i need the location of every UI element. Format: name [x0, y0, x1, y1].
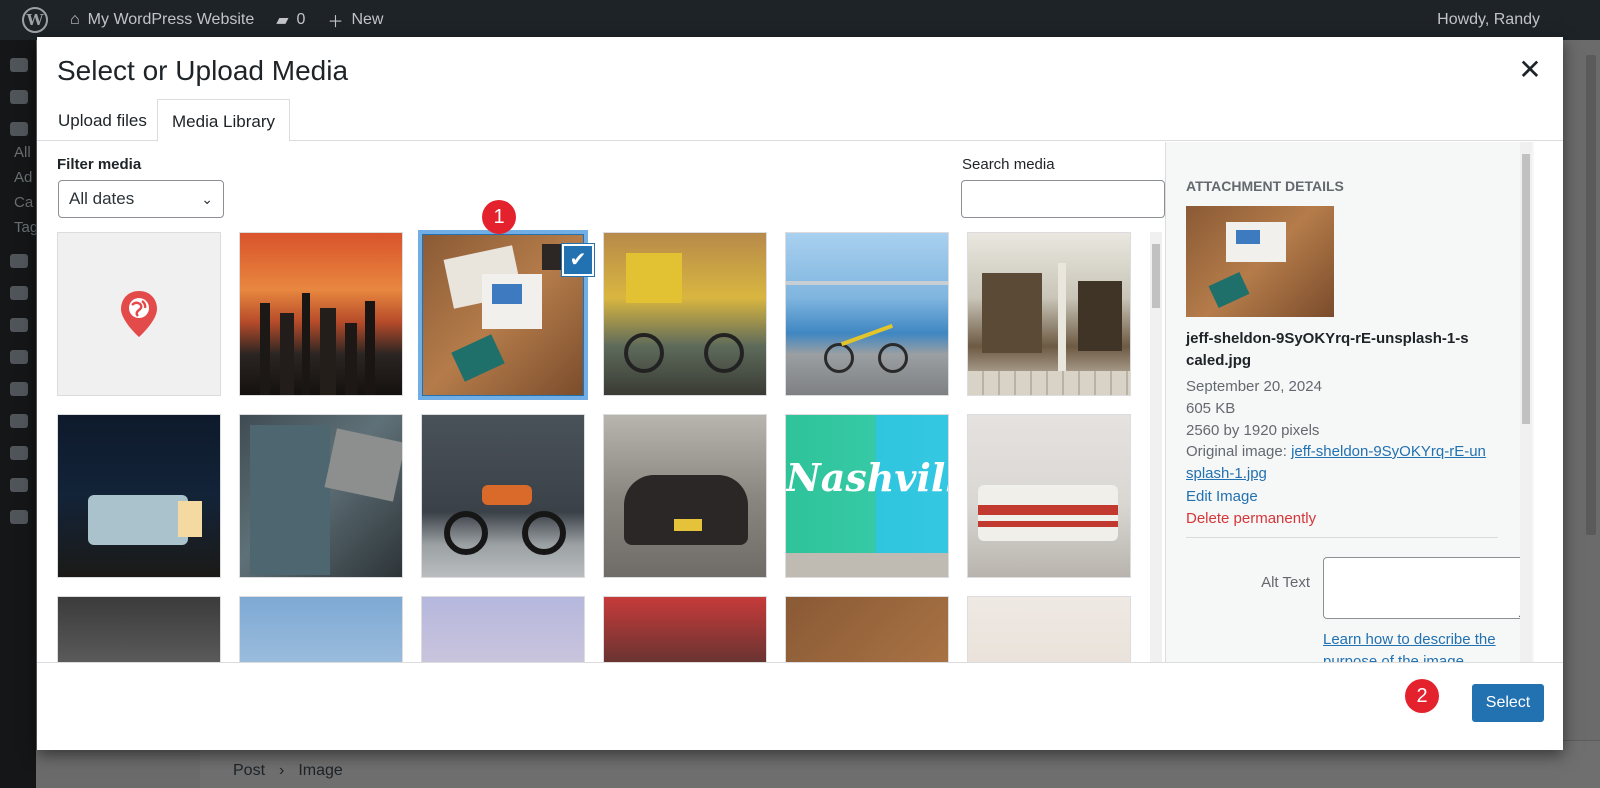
sidebar-item-add[interactable]: Ad	[14, 169, 36, 186]
date-filter-select[interactable]: All dates ⌄	[58, 180, 224, 218]
settings-icon[interactable]	[10, 478, 28, 492]
attachment-details-heading: Attachment Details	[1186, 178, 1344, 194]
new-content-link[interactable]: ＋ New	[327, 8, 383, 32]
site-name-link[interactable]: ⌂ My WordPress Website	[70, 11, 254, 29]
wp-logo[interactable]: W	[22, 7, 48, 33]
media-thumb-desk-flatlay-copy[interactable]	[785, 596, 949, 662]
media-browser: Filter media All dates ⌄ Search media Na…	[37, 142, 1165, 662]
details-divider	[1186, 537, 1498, 538]
alt-text-help-link[interactable]: Learn how to describe the purpose of the…	[1323, 631, 1496, 662]
media-thumb-map-pin[interactable]	[57, 232, 221, 396]
media-thumb-yellow-taxi[interactable]	[603, 596, 767, 662]
breadcrumb-image[interactable]: Image	[298, 762, 342, 780]
original-image-row: Original image: jeff-sheldon-9SyOKYrq-rE…	[1186, 441, 1486, 485]
details-scrollbar[interactable]	[1520, 142, 1532, 662]
media-thumb-motorcycle[interactable]	[421, 414, 585, 578]
media-thumb-storefront-bikes[interactable]	[967, 232, 1131, 396]
media-thumb-candle[interactable]	[967, 596, 1131, 662]
comments-count: 0	[296, 11, 306, 28]
collapse-icon[interactable]	[10, 510, 28, 524]
chevron-down-icon: ⌄	[201, 191, 213, 207]
tools-icon[interactable]	[10, 446, 28, 460]
plugins-icon[interactable]	[10, 382, 28, 396]
comments-link[interactable]: ▰ 0	[276, 10, 305, 30]
media-thumb-motorbike-sky[interactable]	[239, 596, 403, 662]
edit-image-link[interactable]: Edit Image	[1186, 488, 1258, 505]
attachment-preview	[1186, 206, 1334, 317]
date-filter-value: All dates	[69, 189, 135, 208]
search-media-input[interactable]	[961, 180, 1165, 218]
plus-icon: ＋	[327, 14, 344, 31]
media-thumb-camper-night[interactable]	[57, 414, 221, 578]
media-thumb-bicycle-wall[interactable]	[603, 232, 767, 396]
jetpack-icon[interactable]	[10, 90, 28, 104]
step-marker-1: 1	[482, 200, 516, 234]
selected-check-icon[interactable]: ✔	[562, 244, 594, 276]
home-icon: ⌂	[70, 11, 80, 28]
sidebar-item-categories[interactable]: Ca	[14, 194, 36, 211]
select-button[interactable]: Select	[1472, 684, 1544, 722]
tab-media-library[interactable]: Media Library	[157, 99, 290, 142]
media-thumb-vintage-car[interactable]	[603, 414, 767, 578]
sidebar-item-all[interactable]: All	[14, 144, 36, 161]
grid-scrollbar[interactable]	[1150, 232, 1162, 662]
site-name: My WordPress Website	[87, 11, 255, 28]
comments-icon[interactable]	[10, 318, 28, 332]
comment-icon: ▰	[276, 12, 289, 29]
admin-sidebar: All Ad Ca Tag	[0, 40, 38, 788]
filter-media-label: Filter media	[57, 156, 142, 173]
attachment-filesize: 605 KB	[1186, 400, 1236, 417]
mural-lettering: Nashvill	[786, 455, 949, 500]
breadcrumb-post[interactable]: Post	[233, 762, 265, 780]
alt-text-input[interactable]	[1323, 557, 1528, 619]
close-button[interactable]: ✕	[1515, 55, 1545, 85]
delete-permanently-link[interactable]: Delete permanently	[1186, 510, 1316, 527]
media-thumb-bicycle-pier[interactable]	[785, 232, 949, 396]
media-thumb-city-sunset[interactable]	[239, 232, 403, 396]
pages-icon[interactable]	[10, 286, 28, 300]
media-thumb-car-pastel[interactable]	[421, 596, 585, 662]
new-label: New	[351, 11, 384, 28]
alt-text-help: Learn how to describe the purpose of the…	[1323, 629, 1513, 662]
media-thumb-nashville-mural[interactable]: Nashvill	[785, 414, 949, 578]
admin-bar: W ⌂ My WordPress Website ▰ 0 ＋ New Howdy…	[0, 0, 1600, 40]
attachment-date: September 20, 2024	[1186, 378, 1322, 395]
step-marker-2: 2	[1405, 679, 1439, 713]
users-icon[interactable]	[10, 414, 28, 428]
modal-title: Select or Upload Media	[57, 55, 349, 86]
breadcrumb-separator: ›	[279, 762, 285, 779]
media-thumb-red-camper[interactable]	[967, 414, 1131, 578]
breadcrumb: Post › Image	[233, 762, 343, 780]
media-modal: Select or Upload Media ✕ Upload files Me…	[37, 37, 1563, 750]
appearance-icon[interactable]	[10, 350, 28, 364]
close-icon: ✕	[1518, 54, 1542, 85]
attachment-details-panel: Attachment Details jeff-sheldon-9SyOKYrq…	[1165, 142, 1534, 662]
alt-text-label: Alt Text	[1261, 574, 1310, 591]
modal-tabs: Upload files Media Library	[37, 99, 1563, 142]
background-scrollbar	[1586, 55, 1596, 535]
howdy-user[interactable]: Howdy, Randy	[1437, 11, 1540, 29]
tab-upload-files[interactable]: Upload files	[44, 99, 161, 142]
sidebar-item-tags[interactable]: Tag	[14, 219, 38, 236]
media-icon[interactable]	[10, 254, 28, 268]
media-thumb-street-bw[interactable]	[57, 596, 221, 662]
map-pin-icon	[121, 291, 157, 337]
media-thumb-rusty-truck[interactable]	[239, 414, 403, 578]
original-image-label: Original image:	[1186, 443, 1287, 460]
modal-toolbar: Select	[37, 662, 1563, 750]
posts-icon[interactable]	[10, 122, 28, 136]
attachment-dimensions: 2560 by 1920 pixels	[1186, 422, 1320, 439]
search-media-label: Search media	[962, 156, 1055, 173]
attachment-filename: jeff-sheldon-9SyOKYrq-rE-unsplash-1-scal…	[1186, 330, 1469, 369]
wordpress-icon: W	[22, 7, 48, 33]
dashboard-icon[interactable]	[10, 58, 28, 72]
